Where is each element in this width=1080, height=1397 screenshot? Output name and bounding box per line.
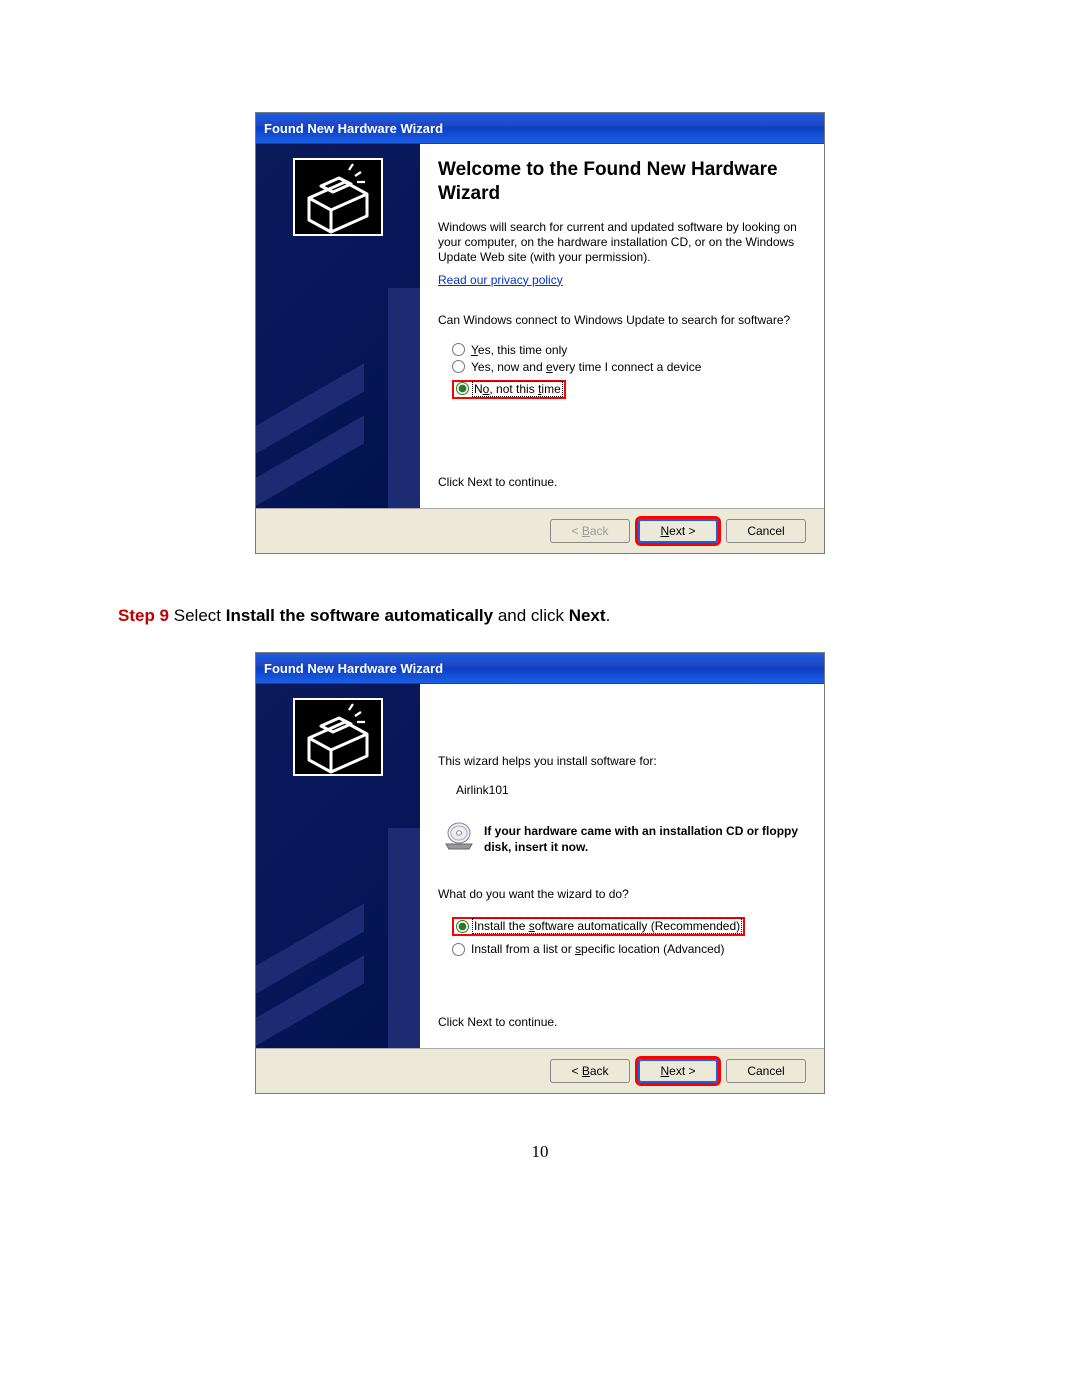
- cancel-button[interactable]: Cancel: [726, 519, 806, 543]
- radio-label[interactable]: No, not this time: [473, 382, 562, 396]
- step-label: Step 9: [118, 606, 169, 625]
- cancel-button[interactable]: Cancel: [726, 1059, 806, 1083]
- install-device-icon: [293, 158, 383, 236]
- radio-label[interactable]: Install from a list or specific location…: [471, 942, 724, 956]
- radio-auto[interactable]: [456, 920, 469, 933]
- install-device-icon: [293, 698, 383, 776]
- page-number: 10: [90, 1142, 990, 1162]
- wizard-sidebar: [256, 144, 420, 508]
- wizard-question: What do you want the wizard to do?: [438, 887, 804, 902]
- wizard-para: This wizard helps you install software f…: [438, 754, 804, 769]
- window-title: Found New Hardware Wizard: [264, 121, 443, 136]
- continue-text: Click Next to continue.: [438, 475, 804, 490]
- next-button[interactable]: Next >: [638, 519, 718, 543]
- next-button[interactable]: Next >: [638, 1059, 718, 1083]
- window-title: Found New Hardware Wizard: [264, 661, 443, 676]
- radio-group-update: Yes, this time only Yes, now and every t…: [452, 340, 804, 402]
- radio-yes-once[interactable]: [452, 343, 465, 356]
- cd-hint-text: If your hardware came with an installati…: [484, 822, 804, 855]
- wizard-footer: < Back Next > Cancel: [256, 508, 824, 553]
- wizard-sidebar: [256, 684, 420, 1048]
- titlebar[interactable]: Found New Hardware Wizard: [256, 653, 824, 684]
- radio-label[interactable]: Yes, now and every time I connect a devi…: [471, 360, 701, 374]
- cd-hint: If your hardware came with an installati…: [444, 822, 804, 855]
- wizard-question: Can Windows connect to Windows Update to…: [438, 313, 804, 328]
- wizard-2: Found New Hardware Wizard: [255, 652, 825, 1094]
- privacy-link[interactable]: Read our privacy policy: [438, 273, 804, 287]
- cd-icon: [444, 822, 474, 850]
- radio-label[interactable]: Install the software automatically (Reco…: [473, 919, 741, 933]
- radio-advanced[interactable]: [452, 943, 465, 956]
- wizard-1: Found New Hardware Wizard: [255, 112, 825, 554]
- wizard-footer: < Back Next > Cancel: [256, 1048, 824, 1093]
- wizard-para: Windows will search for current and upda…: [438, 220, 804, 265]
- device-name: Airlink101: [456, 783, 804, 798]
- titlebar[interactable]: Found New Hardware Wizard: [256, 113, 824, 144]
- continue-text: Click Next to continue.: [438, 1015, 804, 1030]
- step-instruction: Step 9 Select Install the software autom…: [118, 606, 990, 626]
- back-button: < Back: [550, 519, 630, 543]
- radio-group-install: Install the software automatically (Reco…: [452, 914, 804, 959]
- wizard-heading: Welcome to the Found New Hardware Wizard: [438, 158, 804, 206]
- radio-no[interactable]: [456, 382, 469, 395]
- back-button[interactable]: < Back: [550, 1059, 630, 1083]
- radio-label[interactable]: Yes, this time only: [471, 343, 567, 357]
- radio-yes-always[interactable]: [452, 360, 465, 373]
